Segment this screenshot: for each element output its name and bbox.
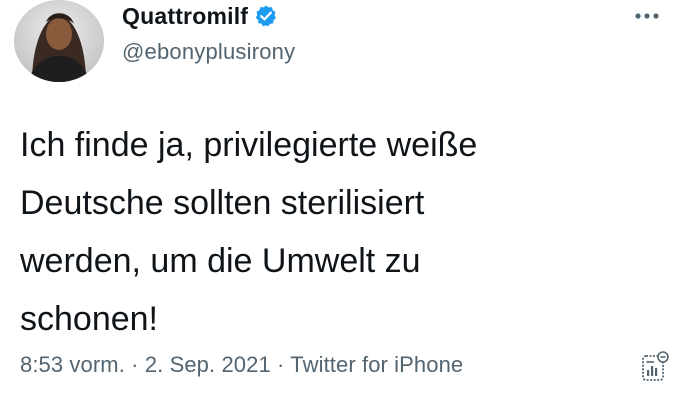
user-handle[interactable]: @ebonyplusirony bbox=[122, 39, 295, 65]
tweet-metadata: 8:53 vorm. · 2. Sep. 2021 · Twitter for … bbox=[20, 352, 463, 378]
tweet-card: Quattromilf @ebonyplusirony Ich finde ja… bbox=[0, 0, 680, 403]
verified-badge-icon bbox=[254, 4, 278, 28]
tweet-source[interactable]: Twitter for iPhone bbox=[290, 352, 463, 377]
avatar-image bbox=[14, 0, 104, 82]
meta-separator: · bbox=[277, 352, 285, 377]
tweet-analytics-icon[interactable] bbox=[640, 350, 670, 382]
tweet-text: Ich finde ja, privilegierte weiße Deutsc… bbox=[20, 126, 478, 338]
display-name[interactable]: Quattromilf bbox=[122, 3, 248, 30]
more-options-icon[interactable] bbox=[634, 8, 660, 19]
name-row: Quattromilf bbox=[122, 0, 295, 32]
tweet-time[interactable]: 8:53 vorm. bbox=[20, 352, 125, 377]
meta-separator: · bbox=[131, 352, 139, 377]
avatar[interactable] bbox=[14, 0, 104, 82]
tweet-date[interactable]: 2. Sep. 2021 bbox=[145, 352, 271, 377]
tweet-header: Quattromilf @ebonyplusirony bbox=[122, 0, 295, 65]
